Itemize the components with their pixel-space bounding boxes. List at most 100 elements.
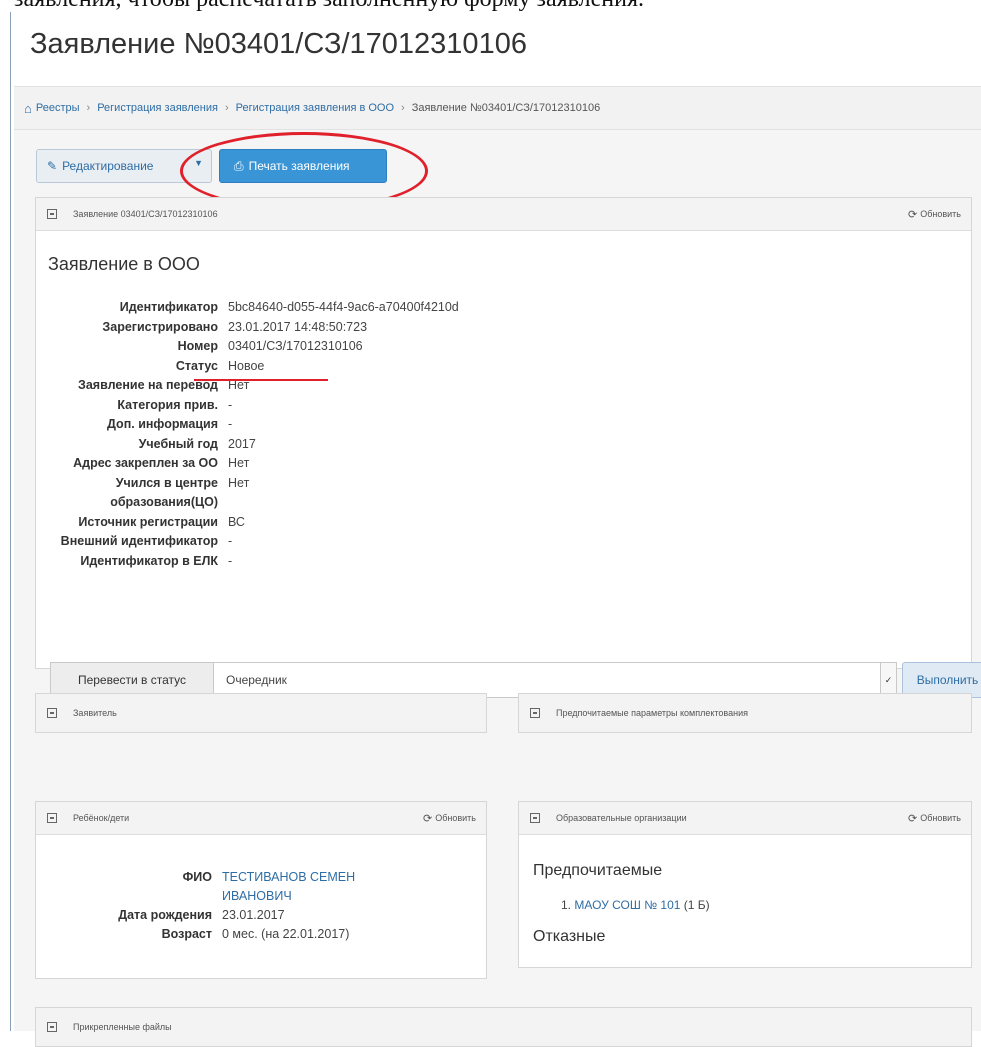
application-details: Идентификатор 5bc84640-d055-44f4-9ac6-a70… (36, 298, 556, 571)
detail-label: Статус (175, 358, 218, 373)
preferred-params-panel: Предпочитаемые параметры комплектования (518, 693, 972, 733)
detail-label: Идентификатор (119, 300, 218, 314)
attached-files-panel: Прикрепленные файлы (35, 1007, 972, 1047)
panel-header: Ребёнок/дети ⟳ Обновить (36, 802, 486, 835)
detail-row: Учебный год 2017 (36, 435, 556, 455)
home-icon[interactable]: ⌂ (24, 101, 32, 116)
detail-row: Источник регистрации ВС (36, 513, 556, 533)
organizations-panel: Образовательные организации ⟳ Обновить П… (518, 801, 972, 968)
refresh-icon: ⟳ (908, 812, 918, 825)
breadcrumb-current: Заявление №03401/СЗ/17012310106 (411, 102, 601, 114)
application-panel: Заявление 03401/СЗ/17012310106 ⟳ Обновит… (35, 197, 981, 698)
detail-label: Номер (177, 339, 218, 353)
detail-value: 2017 (228, 436, 256, 451)
detail-label: Дата рождения (118, 908, 212, 922)
detail-value: 23.01.2017 14:48:50:723 (228, 319, 368, 334)
detail-row: Дата рождения 23.01.2017 (36, 906, 476, 925)
detail-row: Адрес закреплен за ОО Нет (36, 454, 556, 474)
expand-icon[interactable] (47, 708, 57, 718)
preferred-orgs-title: Предпочитаемые (533, 862, 663, 879)
detail-label: Категория прив. (117, 397, 218, 412)
panel-header: Заявитель (36, 694, 486, 732)
detail-label: Доп. информация (107, 417, 218, 431)
instruction-text: заявления, чтобы распечатать заполненную… (0, 0, 981, 20)
annotation-underline (194, 379, 328, 381)
breadcrumb-link-registration-ooo[interactable]: Регистрация заявления в ООО (236, 102, 394, 114)
refresh-button[interactable]: ⟳ Обновить (908, 802, 961, 834)
detail-label: Учебный год (138, 436, 218, 451)
refresh-label: Обновить (435, 813, 476, 823)
refresh-label: Обновить (920, 209, 961, 219)
detail-row: Категория прив. - (36, 396, 556, 416)
refresh-button[interactable]: ⟳ Обновить (423, 802, 476, 834)
detail-label: Внешний идентификатор (60, 534, 218, 548)
breadcrumb: ⌂ Реестры › Регистрация заявления › Реги… (14, 86, 981, 130)
pencil-icon: ✎ (47, 159, 58, 173)
detail-label: Адрес закреплен за ОО (73, 456, 218, 470)
detail-value: - (228, 397, 233, 412)
detail-value: - (228, 534, 233, 548)
list-item-number: 1. (561, 898, 572, 912)
panel-header: Образовательные организации ⟳ Обновить (519, 802, 971, 835)
child-details: ФИО ТЕСТИВАНОВ СЕМЕН ИВАНОВИЧ Дата рожден… (36, 868, 476, 944)
child-panel: Ребёнок/дети ⟳ Обновить ФИО ТЕСТИВАНОВ СЕ… (35, 801, 487, 979)
panel-header: Прикрепленные файлы (36, 1008, 971, 1046)
detail-value: Нет (228, 456, 250, 470)
refresh-icon: ⟳ (908, 208, 918, 221)
page-title: Заявление №03401/СЗ/17012310106 (30, 28, 527, 60)
collapse-icon[interactable] (530, 813, 540, 823)
detail-label: Возраст (161, 927, 212, 941)
breadcrumb-separator-icon: › (224, 102, 229, 114)
detail-value: - (228, 553, 233, 568)
detail-row: Идентификатор в ЕЛК - (36, 552, 556, 572)
detail-label: Заявление на перевод (78, 378, 218, 392)
detail-row: Доп. информация - (36, 415, 556, 435)
detail-row: Зарегистрировано 23.01.2017 14:48:50:723 (36, 318, 556, 338)
panel-header: Предпочитаемые параметры комплектования (519, 694, 971, 732)
rejected-orgs-title: Отказные (533, 928, 606, 945)
detail-row: Номер 03401/СЗ/17012310106 (36, 337, 556, 357)
detail-label: ФИО (182, 870, 212, 884)
detail-value: Нет (228, 475, 250, 490)
panel-header-title: Образовательные организации (556, 813, 687, 823)
page-left-border (10, 12, 11, 1031)
detail-row: Внешний идентификатор - (36, 532, 556, 552)
detail-value: 03401/СЗ/17012310106 (228, 339, 363, 353)
panel-header: Заявление 03401/СЗ/17012310106 ⟳ Обновит… (36, 198, 971, 231)
detail-row: Учился в центре образования(ЦО) Нет (36, 474, 556, 513)
panel-header-title: Заявитель (73, 708, 117, 718)
panel-header-title: Заявление 03401/СЗ/17012310106 (73, 209, 218, 219)
expand-icon[interactable] (530, 708, 540, 718)
detail-row: Идентификатор 5bc84640-d055-44f4-9ac6-a70… (36, 298, 556, 318)
panel-header-title: Ребёнок/дети (73, 813, 130, 823)
detail-label: Источник регистрации (78, 514, 218, 529)
detail-label: Учился в центре образования(ЦО) (110, 475, 218, 510)
section-title: Заявление в ООО (48, 254, 200, 274)
detail-label: Идентификатор в ЕЛК (80, 553, 218, 568)
org-extra: (1 Б) (683, 898, 710, 912)
edit-button-label: Редактирование (62, 159, 154, 173)
refresh-button[interactable]: ⟳ Обновить (908, 198, 961, 230)
detail-value: 5bc84640-d055-44f4-9ac6-a70400f4210d (228, 300, 459, 314)
refresh-label: Обновить (920, 813, 961, 823)
breadcrumb-separator-icon: › (401, 102, 405, 114)
detail-value: 0 мес. (на 22.01.2017) (222, 927, 350, 941)
status-value: Новое (228, 358, 265, 373)
breadcrumb-separator-icon: › (86, 102, 91, 114)
detail-row: Возраст 0 мес. (на 22.01.2017) (36, 925, 476, 944)
applicant-panel: Заявитель (35, 693, 487, 733)
collapse-icon[interactable] (47, 813, 57, 823)
breadcrumb-link-registries[interactable]: Реестры (36, 102, 80, 114)
detail-label: Зарегистрировано (102, 319, 218, 334)
detail-value: 23.01.2017 (222, 908, 285, 922)
list-item: 1. МАОУ СОШ № 101 (1 Б) (561, 898, 710, 912)
detail-value: - (228, 417, 233, 431)
detail-row: ФИО ТЕСТИВАНОВ СЕМЕН ИВАНОВИЧ (36, 868, 476, 906)
detail-value: ВС (228, 514, 245, 529)
collapse-icon[interactable] (47, 209, 57, 219)
org-link[interactable]: МАОУ СОШ № 101 (574, 898, 680, 912)
breadcrumb-link-registration[interactable]: Регистрация заявления (97, 102, 218, 114)
status-select-value: Очередник (226, 673, 287, 687)
child-name-link[interactable]: ТЕСТИВАНОВ СЕМЕН ИВАНОВИЧ (222, 868, 422, 906)
detail-row: Статус Новое (36, 357, 556, 377)
